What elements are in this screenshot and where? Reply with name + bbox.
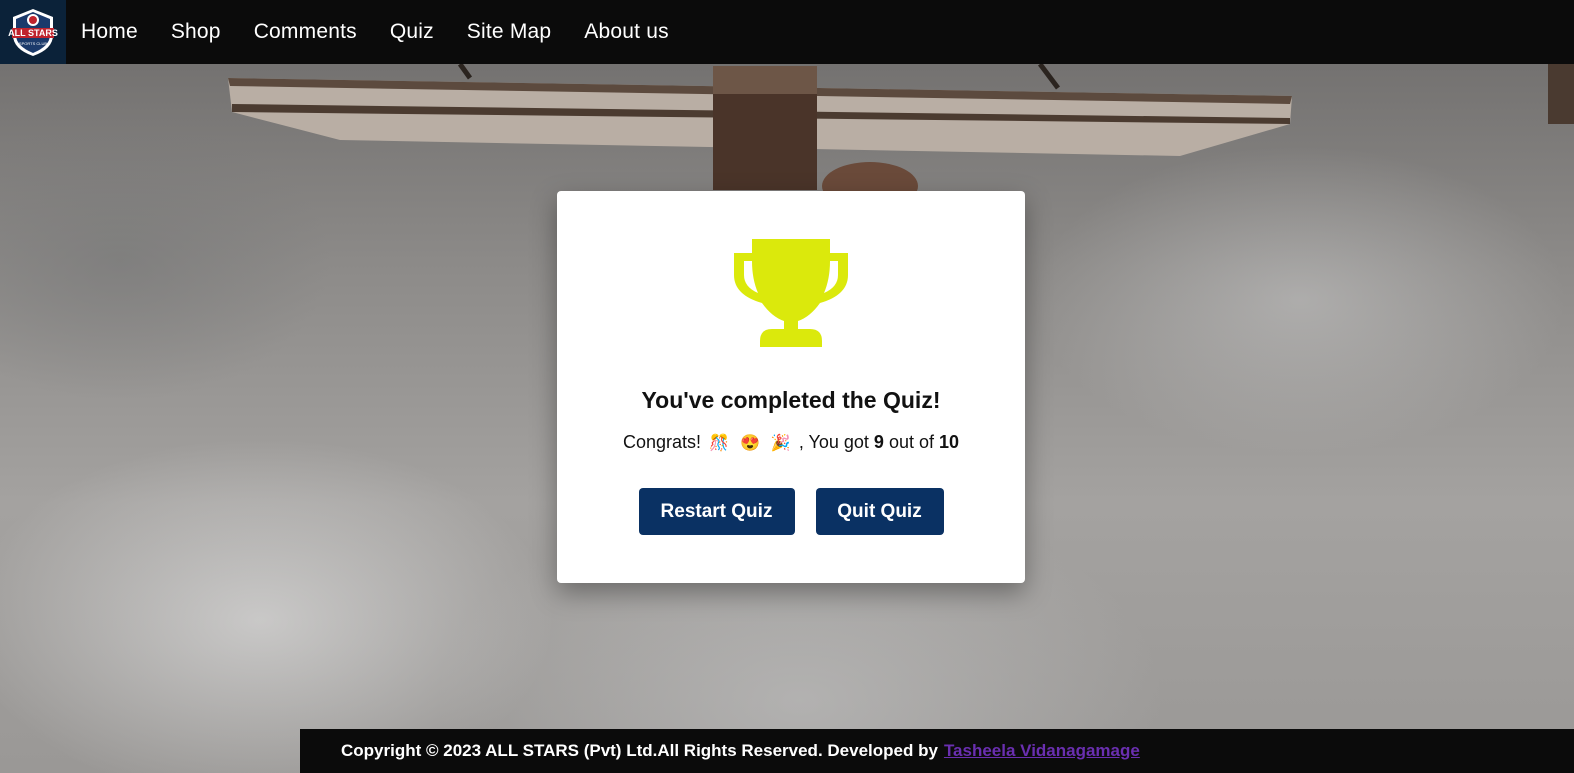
quit-quiz-button[interactable]: Quit Quiz <box>815 488 944 535</box>
party-popper-emoji: 🎉 <box>770 435 791 452</box>
developer-link[interactable]: Tasheela Vidanagamage <box>944 741 1140 761</box>
quiz-result-card: You've completed the Quiz! Congrats! 🎊 😍… <box>557 191 1025 583</box>
heart-eyes-emoji: 😍 <box>739 435 760 452</box>
nav-site-map[interactable]: Site Map <box>467 20 551 44</box>
nav-quiz[interactable]: Quiz <box>390 20 434 44</box>
nav-comments[interactable]: Comments <box>254 20 357 44</box>
footer: Copyright © 2023 ALL STARS (Pvt) Ltd.All… <box>300 729 1574 773</box>
all-stars-logo-icon: ALL STARS SPORTS CLUB <box>8 9 58 56</box>
congrats-text: Congrats! <box>622 432 701 452</box>
nav-home[interactable]: Home <box>81 20 138 44</box>
restart-quiz-button[interactable]: Restart Quiz <box>638 488 795 535</box>
navbar: ALL STARS SPORTS CLUB Home Shop Comments… <box>0 0 1574 64</box>
club-logo[interactable]: ALL STARS SPORTS CLUB <box>0 0 66 64</box>
result-title: You've completed the Quiz! <box>641 387 941 413</box>
confetti-emoji: 🎊 <box>709 435 729 452</box>
copyright-text: Copyright © 2023 ALL STARS (Pvt) Ltd.All… <box>341 741 938 760</box>
logo-text-top: ALL STARS <box>8 28 58 38</box>
total-value: 10 <box>939 432 960 452</box>
result-actions: Restart Quiz Quit Quiz <box>557 488 1025 535</box>
score-value: 9 <box>873 432 884 452</box>
nav-about-us[interactable]: About us <box>584 20 669 44</box>
main-navigation: Home Shop Comments Quiz Site Map About u… <box>81 20 702 44</box>
you-got-text: , You got <box>798 432 869 452</box>
nav-shop[interactable]: Shop <box>171 20 221 44</box>
trophy-icon <box>734 239 848 347</box>
logo-text-bottom: SPORTS CLUB <box>19 41 47 46</box>
score-line: Congrats! 🎊 😍 🎉 , You got 9 out of 10 <box>557 432 1025 453</box>
out-of-text: out of <box>888 432 934 452</box>
